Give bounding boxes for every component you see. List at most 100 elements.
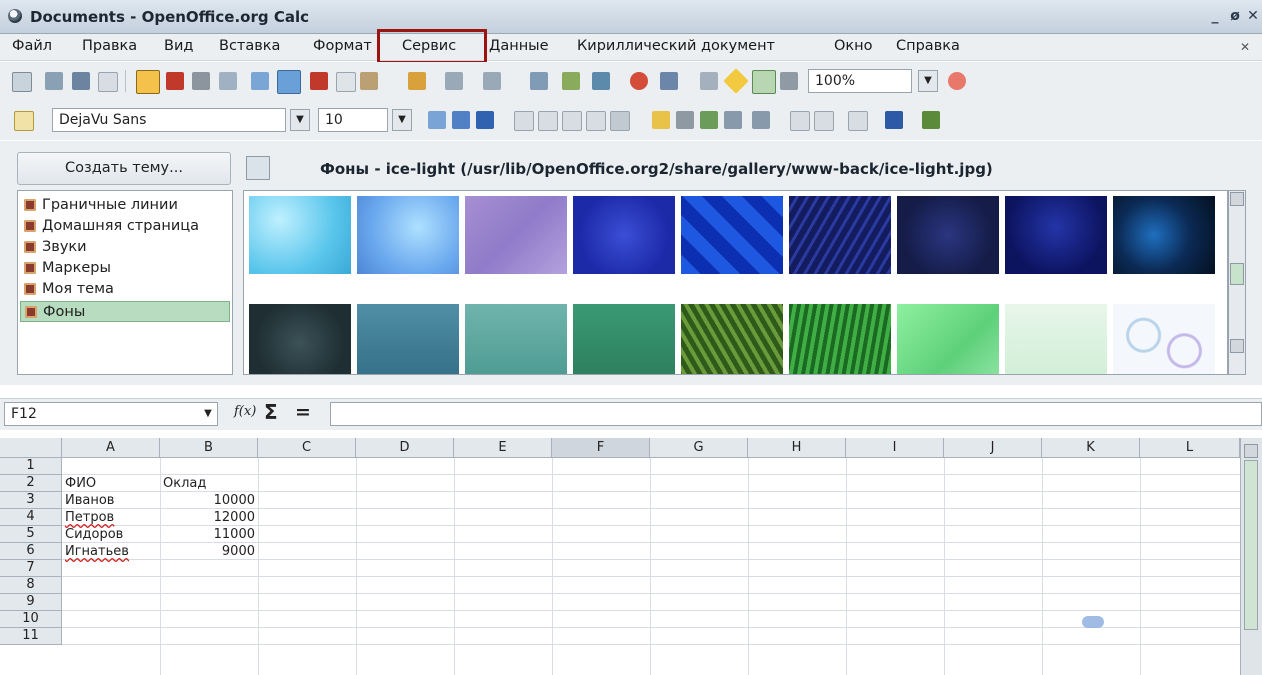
row-header[interactable]: 6 — [0, 543, 62, 560]
new-document-icon[interactable] — [12, 72, 32, 92]
styles-formatting-icon[interactable] — [14, 111, 34, 131]
close-button[interactable]: ✕ — [1243, 6, 1262, 26]
column-header[interactable]: G — [650, 438, 748, 458]
gallery-thumbnail[interactable] — [465, 304, 567, 374]
help-icon[interactable] — [948, 72, 966, 90]
row-header[interactable]: 9 — [0, 594, 62, 611]
gallery-thumbnail[interactable] — [249, 304, 351, 374]
zoom-combo[interactable]: 100% — [808, 69, 912, 93]
autospellcheck-icon[interactable] — [277, 70, 301, 94]
undo-icon[interactable] — [445, 72, 463, 90]
scroll-down-icon[interactable] — [1230, 339, 1244, 353]
gallery-thumbnail[interactable] — [1113, 196, 1215, 274]
align-left-icon[interactable] — [514, 111, 534, 131]
cell-a2[interactable]: ФИО — [62, 475, 160, 492]
column-header[interactable]: J — [944, 438, 1042, 458]
scroll-up-icon[interactable] — [1244, 444, 1258, 458]
export-pdf-icon[interactable] — [166, 72, 184, 90]
cell-b6[interactable]: 9000 — [160, 543, 258, 560]
sheet-vertical-scrollbar[interactable] — [1240, 438, 1262, 675]
minimize-button[interactable]: _ — [1205, 6, 1225, 26]
cell-b2[interactable]: Оклад — [160, 475, 258, 492]
delete-decimal-icon[interactable] — [752, 111, 770, 129]
italic-icon[interactable] — [452, 111, 470, 129]
detailed-view-icon[interactable] — [276, 156, 296, 180]
gallery-thumbnail[interactable] — [1113, 304, 1215, 374]
menu-view[interactable]: Вид — [164, 38, 193, 54]
column-header[interactable]: B — [160, 438, 258, 458]
row-header[interactable]: 3 — [0, 492, 62, 509]
cut-icon[interactable] — [310, 72, 328, 90]
navigator-icon[interactable] — [700, 72, 718, 90]
cell-b5[interactable]: 11000 — [160, 526, 258, 543]
column-header[interactable]: L — [1140, 438, 1240, 458]
gallery-scrollbar[interactable] — [1228, 190, 1246, 375]
font-size-combo[interactable]: 10 — [318, 108, 388, 132]
column-header[interactable]: H — [748, 438, 846, 458]
align-right-icon[interactable] — [562, 111, 582, 131]
row-header[interactable]: 8 — [0, 577, 62, 594]
gallery-thumbnail[interactable] — [789, 196, 891, 274]
gallery-thumbnail[interactable] — [897, 196, 999, 274]
font-size-dropdown-button[interactable]: ▼ — [392, 109, 412, 131]
decrease-indent-icon[interactable] — [790, 111, 810, 131]
row-header[interactable]: 7 — [0, 560, 62, 577]
column-header[interactable]: I — [846, 438, 944, 458]
underline-icon[interactable] — [476, 111, 494, 129]
column-header[interactable]: D — [356, 438, 454, 458]
name-box-dropdown-icon[interactable]: ▼ — [200, 404, 216, 424]
menu-window[interactable]: Окно — [834, 38, 873, 54]
currency-icon[interactable] — [652, 111, 670, 129]
font-name-dropdown-button[interactable]: ▼ — [290, 109, 310, 131]
gallery-thumbnail[interactable] — [465, 196, 567, 274]
font-color-icon[interactable] — [922, 111, 940, 129]
add-decimal-icon[interactable] — [724, 111, 742, 129]
bold-icon[interactable] — [428, 111, 446, 129]
print-icon[interactable] — [192, 72, 210, 90]
background-color-icon[interactable] — [885, 111, 903, 129]
zoom-dropdown-button[interactable]: ▼ — [918, 70, 938, 92]
column-header[interactable]: E — [454, 438, 552, 458]
theme-item[interactable]: Граничные линии — [20, 195, 230, 216]
gallery-thumbnail[interactable] — [357, 196, 459, 274]
theme-item[interactable]: Моя тема — [20, 279, 230, 300]
cell-a6[interactable]: Игнатьев — [62, 543, 160, 560]
menu-edit[interactable]: Правка — [82, 38, 137, 54]
icon-view-icon[interactable] — [246, 156, 270, 180]
cell-b4[interactable]: 12000 — [160, 509, 258, 526]
borders-icon[interactable] — [848, 111, 868, 131]
gallery-thumbnail[interactable] — [573, 196, 675, 274]
clone-formatting-icon[interactable] — [408, 72, 426, 90]
theme-item-selected[interactable]: Фоны — [20, 301, 230, 322]
sort-descending-icon[interactable] — [592, 72, 610, 90]
align-center-icon[interactable] — [538, 111, 558, 131]
save-icon[interactable] — [72, 72, 90, 90]
row-header[interactable]: 1 — [0, 458, 62, 475]
redo-icon[interactable] — [483, 72, 501, 90]
scroll-up-icon[interactable] — [1230, 192, 1244, 206]
column-header[interactable]: K — [1042, 438, 1140, 458]
floating-object-icon[interactable] — [1082, 616, 1104, 628]
theme-item[interactable]: Маркеры — [20, 258, 230, 279]
maximize-button[interactable]: ø — [1225, 6, 1245, 26]
edit-file-icon[interactable] — [136, 70, 160, 94]
scroll-thumb[interactable] — [1244, 460, 1258, 630]
formula-input[interactable] — [330, 402, 1262, 426]
merge-cells-icon[interactable] — [610, 111, 630, 131]
column-header[interactable]: A — [62, 438, 160, 458]
function-wizard-icon[interactable]: f(x) — [234, 404, 256, 419]
chart-icon[interactable] — [630, 72, 648, 90]
draw-functions-icon[interactable] — [660, 72, 678, 90]
copy-icon[interactable] — [336, 72, 356, 92]
gallery-thumbnail[interactable] — [1005, 196, 1107, 274]
gallery-thumbnail[interactable] — [1005, 304, 1107, 374]
select-all-corner[interactable] — [0, 438, 62, 458]
gallery-icon[interactable] — [752, 70, 776, 94]
column-header[interactable]: C — [258, 438, 356, 458]
gallery-thumbnail[interactable] — [897, 304, 999, 374]
print-preview-icon[interactable] — [219, 72, 237, 90]
cell-a4[interactable]: Петров — [62, 509, 160, 526]
styles-icon[interactable] — [723, 68, 749, 94]
gallery-thumbnail[interactable] — [681, 196, 783, 274]
menu-cyrillic-document[interactable]: Кириллический документ — [577, 38, 775, 54]
